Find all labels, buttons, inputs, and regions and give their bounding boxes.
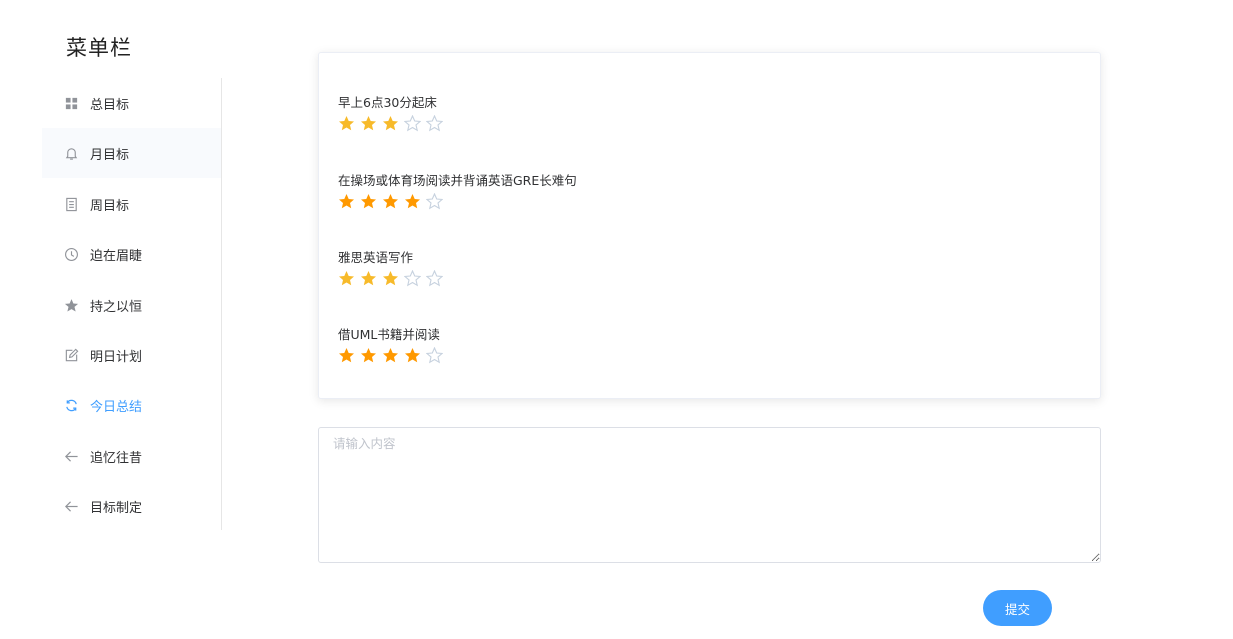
goals-card: 早上6点30分起床 在操场或体育场阅读并背诵英语GRE长难句 雅思英语写作 借U… (318, 52, 1101, 399)
star-filled-icon[interactable] (360, 115, 379, 133)
star-empty-icon[interactable] (426, 270, 445, 288)
arrow-left-icon (63, 498, 79, 514)
sidebar-item-month-goals[interactable]: 月目标 (42, 128, 221, 178)
sidebar-item-label: 今日总结 (90, 399, 143, 415)
star-filled-icon[interactable] (404, 193, 423, 211)
star-empty-icon[interactable] (426, 347, 445, 365)
grid-icon (63, 95, 79, 111)
star-rating[interactable] (338, 115, 445, 133)
sidebar-item-label: 目标制定 (90, 500, 143, 516)
goal-title: 早上6点30分起床 (338, 95, 437, 110)
star-empty-icon[interactable] (404, 115, 423, 133)
star-filled-icon[interactable] (382, 347, 401, 365)
sidebar-item-label: 明日计划 (90, 349, 143, 365)
sidebar-item-label: 总目标 (90, 97, 130, 113)
sidebar-item-label: 持之以恒 (90, 299, 143, 315)
star-filled-icon[interactable] (360, 193, 379, 211)
star-empty-icon[interactable] (404, 270, 423, 288)
refresh-icon (63, 397, 79, 413)
sidebar-item-persistence[interactable]: 持之以恒 (42, 280, 221, 330)
sidebar-title: 菜单栏 (66, 36, 132, 60)
sidebar-item-tomorrow-plan[interactable]: 明日计划 (42, 330, 221, 380)
sidebar-item-total-goals[interactable]: 总目标 (42, 78, 221, 128)
star-rating[interactable] (338, 270, 445, 288)
sidebar-item-label: 周目标 (90, 198, 130, 214)
star-filled-icon[interactable] (404, 347, 423, 365)
sidebar-item-urgent[interactable]: 迫在眉睫 (42, 229, 221, 279)
star-rating[interactable] (338, 347, 445, 365)
star-filled-icon[interactable] (338, 347, 357, 365)
star-filled-icon[interactable] (382, 193, 401, 211)
goal-title: 在操场或体育场阅读并背诵英语GRE长难句 (338, 173, 577, 188)
goal-item: 雅思英语写作 (338, 247, 445, 288)
submit-button[interactable]: 提交 (983, 590, 1052, 626)
star-rating[interactable] (338, 193, 577, 211)
sidebar-item-label: 月目标 (90, 147, 130, 163)
document-icon (63, 196, 79, 212)
star-filled-icon[interactable] (338, 193, 357, 211)
sidebar-item-today-summary[interactable]: 今日总结 (42, 380, 221, 430)
sidebar-item-label: 迫在眉睫 (90, 248, 143, 264)
sidebar-item-label: 追忆往昔 (90, 450, 143, 466)
summary-textarea[interactable] (318, 427, 1101, 563)
goal-title: 雅思英语写作 (338, 250, 414, 265)
star-filled-icon[interactable] (338, 270, 357, 288)
goal-title: 借UML书籍并阅读 (338, 327, 440, 342)
star-filled-icon[interactable] (360, 347, 379, 365)
star-empty-icon[interactable] (426, 193, 445, 211)
sidebar-item-week-goals[interactable]: 周目标 (42, 179, 221, 229)
sidebar-item-memories[interactable]: 追忆往昔 (42, 431, 221, 481)
arrow-left-icon (63, 448, 79, 464)
goal-item: 早上6点30分起床 (338, 92, 445, 133)
sidebar-item-goal-setting[interactable]: 目标制定 (42, 481, 221, 531)
star-filled-icon[interactable] (382, 270, 401, 288)
star-filled-icon[interactable] (338, 115, 357, 133)
sidebar-menu: 总目标 月目标 周目标 迫在眉睫 持之以恒 明日计划 今日总结 追忆往昔 目标制… (42, 78, 222, 530)
star-filled-icon[interactable] (382, 115, 401, 133)
goal-item: 借UML书籍并阅读 (338, 324, 445, 365)
goal-item: 在操场或体育场阅读并背诵英语GRE长难句 (338, 170, 577, 211)
bell-icon (63, 145, 79, 161)
star-empty-icon[interactable] (426, 115, 445, 133)
clock-icon (63, 246, 79, 262)
edit-icon (63, 347, 79, 363)
star-filled-icon[interactable] (360, 270, 379, 288)
star-icon (63, 297, 79, 313)
